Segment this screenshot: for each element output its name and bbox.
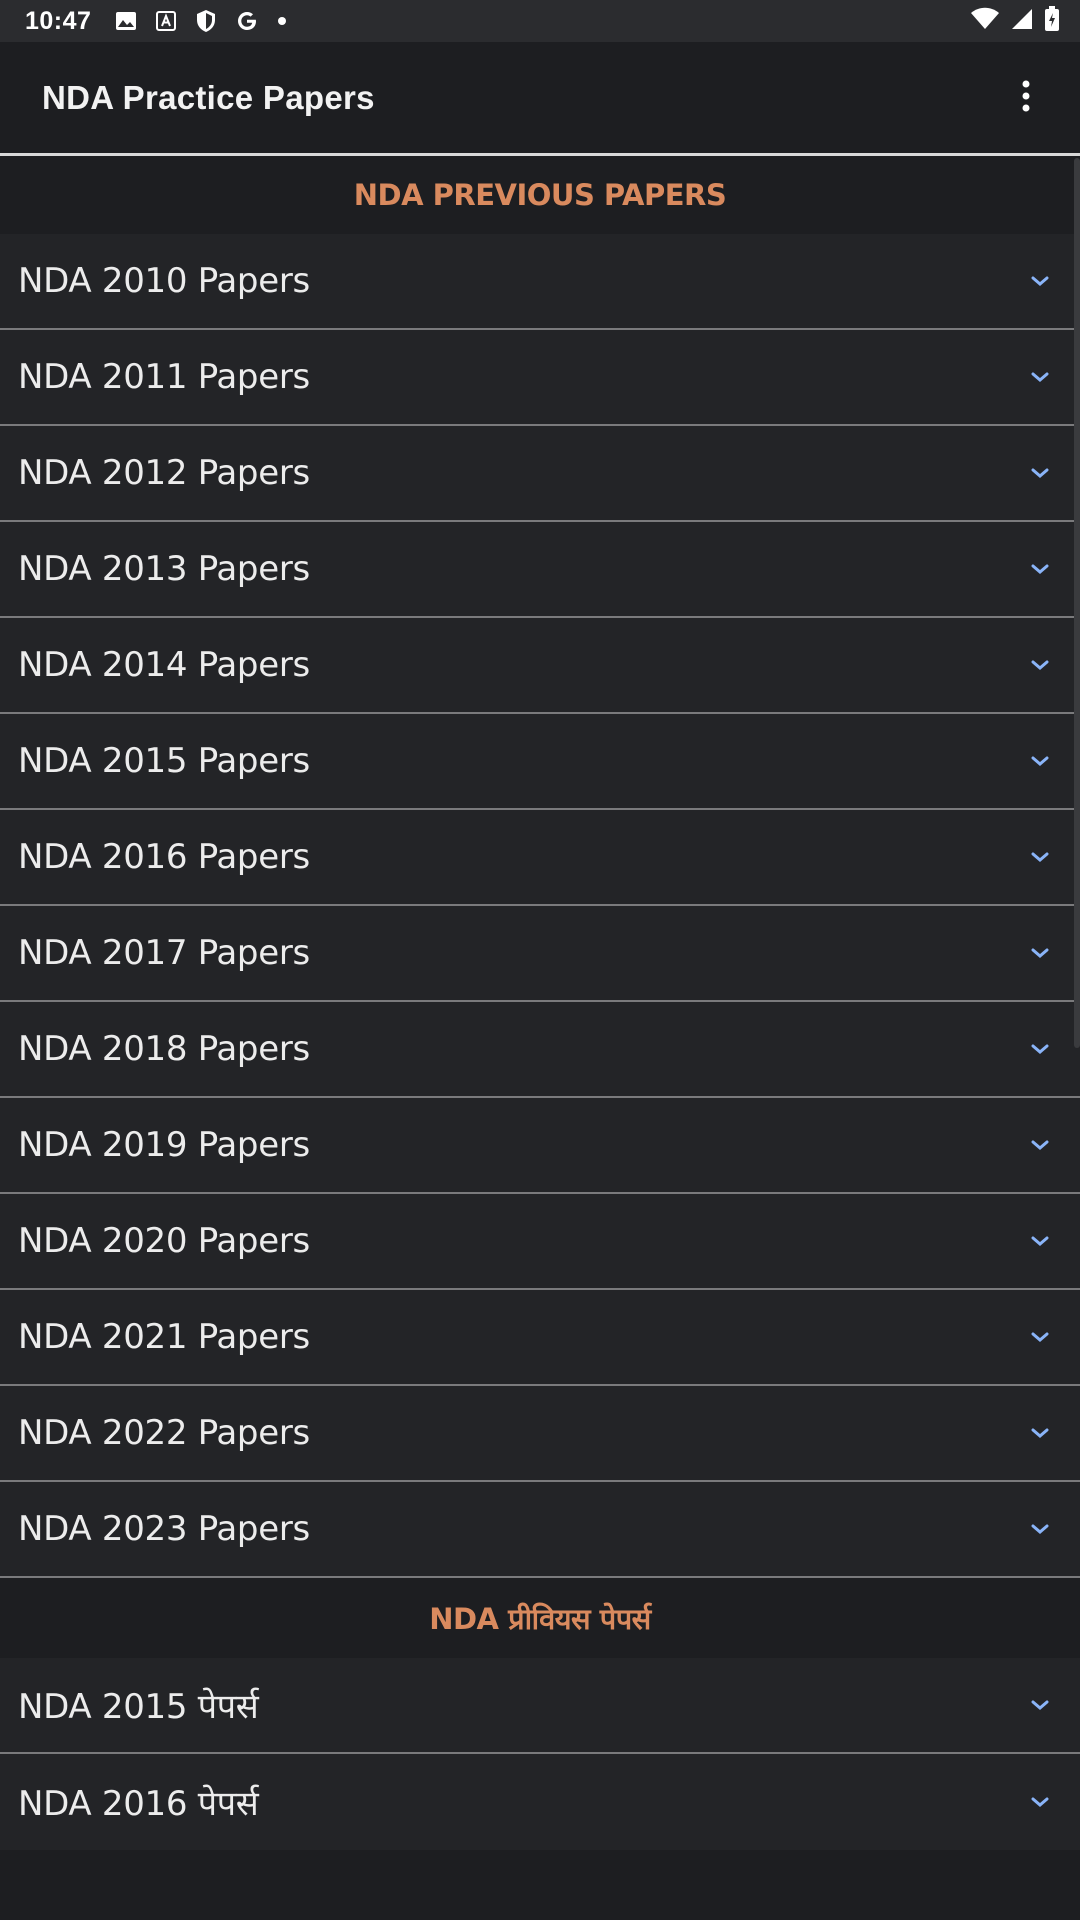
list-item-nda-2016-hindi[interactable]: NDA 2016 पेपर्स — [0, 1754, 1080, 1850]
papers-list[interactable]: NDA PREVIOUS PAPERS NDA 2010 Papers NDA … — [0, 156, 1080, 1850]
chevron-down-icon — [1030, 1138, 1050, 1152]
battery-icon — [1044, 5, 1060, 37]
chevron-down-icon — [1030, 466, 1050, 480]
chevron-down-icon — [1030, 1795, 1050, 1809]
list-item-label: NDA 2015 Papers — [18, 741, 310, 781]
list-item-label: NDA 2010 Papers — [18, 261, 310, 301]
chevron-down-icon — [1030, 1330, 1050, 1344]
list-item-nda-2011[interactable]: NDA 2011 Papers — [0, 330, 1080, 426]
list-item-label: NDA 2015 पेपर्स — [18, 1687, 259, 1727]
list-item-label: NDA 2018 Papers — [18, 1029, 310, 1069]
chevron-down-icon — [1030, 562, 1050, 576]
list-item-nda-2019[interactable]: NDA 2019 Papers — [0, 1098, 1080, 1194]
list-item-nda-2016[interactable]: NDA 2016 Papers — [0, 810, 1080, 906]
list-item-nda-2012[interactable]: NDA 2012 Papers — [0, 426, 1080, 522]
list-item-label: NDA 2019 Papers — [18, 1125, 310, 1165]
chevron-down-icon — [1030, 1234, 1050, 1248]
signal-icon — [1010, 7, 1034, 36]
shield-icon — [195, 9, 217, 33]
chevron-down-icon — [1030, 1698, 1050, 1712]
list-item-label: NDA 2020 Papers — [18, 1221, 310, 1261]
list-item-nda-2020[interactable]: NDA 2020 Papers — [0, 1194, 1080, 1290]
list-item-nda-2014[interactable]: NDA 2014 Papers — [0, 618, 1080, 714]
list-item-nda-2018[interactable]: NDA 2018 Papers — [0, 1002, 1080, 1098]
chevron-down-icon — [1030, 946, 1050, 960]
scrollbar[interactable] — [1074, 158, 1080, 1048]
status-time: 10:47 — [25, 6, 92, 35]
list-item-label: NDA 2012 Papers — [18, 453, 310, 493]
dot-icon — [277, 16, 287, 26]
chevron-down-icon — [1030, 274, 1050, 288]
chevron-down-icon — [1030, 1522, 1050, 1536]
list-item-label: NDA 2013 Papers — [18, 549, 310, 589]
list-item-label: NDA 2023 Papers — [18, 1509, 310, 1549]
list-item-nda-2013[interactable]: NDA 2013 Papers — [0, 522, 1080, 618]
chevron-down-icon — [1030, 754, 1050, 768]
chevron-down-icon — [1030, 1426, 1050, 1440]
list-item-label: NDA 2011 Papers — [18, 357, 310, 397]
list-item-nda-2017[interactable]: NDA 2017 Papers — [0, 906, 1080, 1002]
list-item-label: NDA 2021 Papers — [18, 1317, 310, 1357]
chevron-down-icon — [1030, 658, 1050, 672]
google-icon — [235, 9, 259, 33]
more-vert-icon — [1021, 80, 1031, 117]
list-item-label: NDA 2016 पेपर्स — [18, 1784, 259, 1824]
app-title: NDA Practice Papers — [42, 79, 375, 116]
list-item-label: NDA 2014 Papers — [18, 645, 310, 685]
notification-icons — [115, 9, 287, 33]
list-item-nda-2010[interactable]: NDA 2010 Papers — [0, 234, 1080, 330]
list-item-label: NDA 2016 Papers — [18, 837, 310, 877]
list-item-nda-2015[interactable]: NDA 2015 Papers — [0, 714, 1080, 810]
list-item-label: NDA 2022 Papers — [18, 1413, 310, 1453]
list-item-label: NDA 2017 Papers — [18, 933, 310, 973]
status-bar: 10:47 — [0, 0, 1080, 42]
system-icons — [970, 5, 1060, 37]
chevron-down-icon — [1030, 370, 1050, 384]
list-item-nda-2022[interactable]: NDA 2022 Papers — [0, 1386, 1080, 1482]
list-item-nda-2023[interactable]: NDA 2023 Papers — [0, 1482, 1080, 1578]
wifi-icon — [970, 7, 1000, 36]
list-item-nda-2021[interactable]: NDA 2021 Papers — [0, 1290, 1080, 1386]
app-bar: NDA Practice Papers — [0, 42, 1080, 154]
list-item-nda-2015-hindi[interactable]: NDA 2015 पेपर्स — [0, 1658, 1080, 1754]
section-header-hindi-papers: NDA प्रीवियस पेपर्स — [0, 1578, 1080, 1658]
chevron-down-icon — [1030, 1042, 1050, 1056]
section-header-previous-papers: NDA PREVIOUS PAPERS — [0, 156, 1080, 234]
chevron-down-icon — [1030, 850, 1050, 864]
text-icon — [155, 10, 177, 32]
more-options-button[interactable] — [996, 68, 1056, 128]
image-icon — [115, 10, 137, 32]
